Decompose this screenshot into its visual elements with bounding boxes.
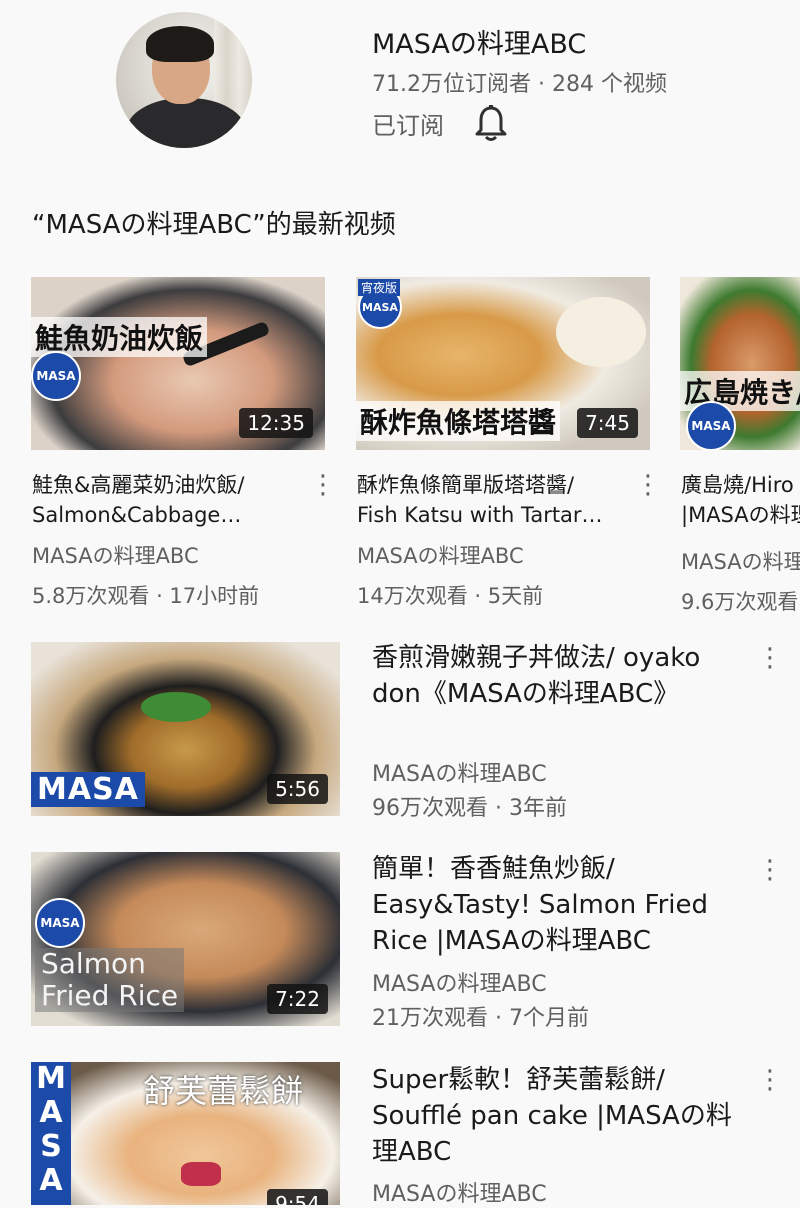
thumbnail-caption: 舒芙蕾鬆餅 [143, 1072, 304, 1110]
video-title[interactable]: 鮭魚&高麗菜奶油炊飯/ Salmon&Cabbage… [32, 470, 294, 530]
channel-name[interactable]: MASAの料理ABC [372, 22, 586, 61]
more-options-icon[interactable] [757, 643, 781, 673]
video-title[interactable]: 香煎滑嫩親子丼做法/ oyako don《MASAの料理ABC》 [372, 640, 748, 712]
tartar-sauce-shape [556, 297, 646, 367]
video-duration: 12:35 [239, 408, 313, 438]
video-channel[interactable]: MASAの料理ABC [32, 540, 199, 570]
video-title-line1: 廣島燒/Hiro [681, 473, 794, 497]
video-title-line2: |MASAの料理 [681, 503, 800, 527]
subscribed-button[interactable]: 已订阅 [372, 106, 444, 141]
thumbnail-caption-line2: Fried Rice [41, 979, 179, 1012]
video-thumbnail[interactable]: MASA 宵夜版 酥炸魚條塔塔醬 7:45 [356, 277, 650, 450]
video-meta: 21万次观看 · 7个月前 [372, 1006, 589, 1031]
video-title[interactable]: 廣島燒/Hiro |MASAの料理 [681, 470, 800, 530]
video-meta: 5.8万次观看 · 17小时前 [32, 584, 260, 608]
masa-logo: MASA [31, 772, 145, 807]
video-thumbnail[interactable]: 鮭魚奶油炊飯 MASA 12:35 [31, 277, 325, 450]
bell-icon[interactable] [474, 104, 508, 142]
video-title-line1: 鮭魚&高麗菜奶油炊飯/ [32, 473, 245, 497]
masa-vertical-logo: MASA [31, 1062, 71, 1205]
video-thumbnail[interactable]: MASA 5:56 [31, 642, 340, 816]
more-options-icon[interactable] [310, 470, 334, 500]
video-thumbnail[interactable]: MASA Salmon Fried Rice 7:22 [31, 852, 340, 1026]
video-thumbnail[interactable]: MASA 舒芙蕾鬆餅 9:54 [31, 1062, 340, 1205]
section-title: “MASAの料理ABC”的最新视频 [32, 210, 396, 240]
channel-avatar[interactable] [116, 12, 252, 148]
video-duration: 7:45 [577, 408, 638, 438]
video-meta: 14万次观看 · 5天前 [357, 584, 544, 608]
thumbnail-caption: Salmon Fried Rice [35, 947, 185, 1012]
more-options-icon[interactable] [757, 1065, 781, 1095]
berry-shape [181, 1162, 221, 1186]
avatar-hair [146, 26, 214, 62]
video-duration: 7:22 [267, 984, 328, 1014]
masa-logo: MASA [686, 401, 736, 450]
video-channel[interactable]: MASAの料理ABC [372, 756, 547, 788]
video-title-line2: Salmon&Cabbage… [32, 503, 242, 527]
video-title[interactable]: Super鬆軟！舒芙蕾鬆餅/ Soufflé pan cake |MASAの料理… [372, 1062, 748, 1170]
more-options-icon[interactable] [757, 855, 781, 885]
video-duration: 5:56 [267, 774, 328, 804]
video-channel[interactable]: MASAの料理ABC [357, 540, 524, 570]
video-title-line1: 酥炸魚條簡單版塔塔醬/ [357, 473, 575, 497]
video-title[interactable]: 簡單！香香鮭魚炒飯/ Easy&Tasty! Salmon Fried Rice… [372, 851, 748, 959]
video-channel[interactable]: MASAの料理ABC [372, 966, 547, 998]
video-channel[interactable]: MASAの料理 [681, 546, 800, 576]
thumbnail-caption-line1: Salmon [41, 947, 146, 980]
thumbnail-caption: 酥炸魚條塔塔醬 [356, 401, 561, 441]
video-meta: 96万次观看 · 3年前 [372, 796, 567, 821]
masa-logo: MASA [35, 898, 85, 948]
channel-stats: 71.2万位订阅者 · 284 个视频 [372, 72, 667, 97]
night-badge: 宵夜版 [358, 279, 401, 296]
more-options-icon[interactable] [635, 470, 659, 500]
scallion-garnish [141, 692, 211, 722]
video-duration: 9:54 [267, 1189, 328, 1205]
video-meta: 9.6万次观看 [681, 590, 799, 614]
video-title-line2: Fish Katsu with Tartar… [357, 503, 603, 527]
masa-logo: MASA [31, 351, 81, 401]
video-channel[interactable]: MASAの料理ABC [372, 1176, 547, 1208]
video-thumbnail[interactable]: 広島焼き/ MASA [680, 277, 800, 450]
video-title[interactable]: 酥炸魚條簡單版塔塔醬/ Fish Katsu with Tartar… [357, 470, 619, 530]
